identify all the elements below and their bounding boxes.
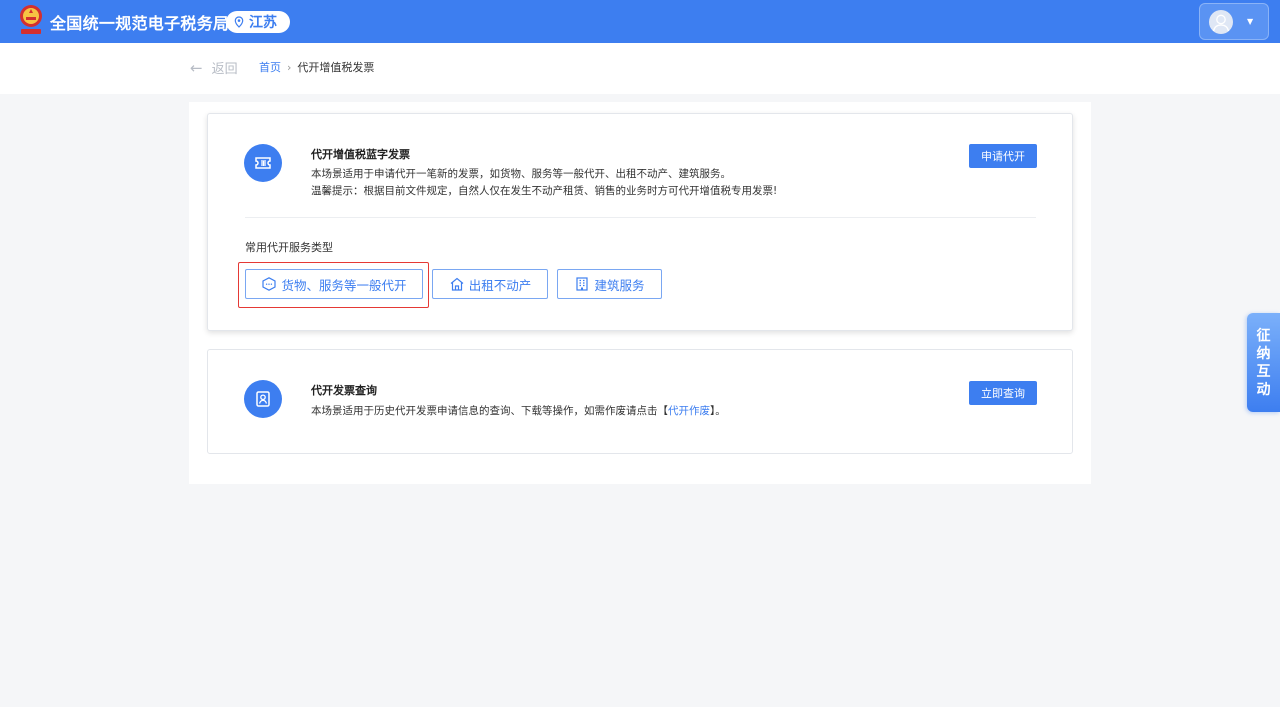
float-tab-char: 纳 [1256,345,1271,362]
invoice-query-card [207,349,1073,454]
location-pin-icon [234,16,244,28]
query-desc-suffix: 】。 [710,405,726,417]
back-button[interactable]: ← 返回 [190,58,238,78]
interaction-float-tab[interactable]: 征 纳 互 动 [1247,313,1280,412]
house-icon [450,277,464,291]
user-icon [1212,14,1230,31]
chevron-down-icon: ▼ [1247,17,1254,26]
service-button-construction[interactable]: 建筑服务 [557,269,662,299]
service-label: 出租不动产 [468,277,532,293]
query-button[interactable]: 立即查询 [969,381,1037,405]
float-tab-char: 动 [1256,381,1271,398]
float-tab-char: 互 [1256,363,1271,380]
query-desc: 本场景适用于历史代开发票申请信息的查询、下载等操作，如需作废请点击【代开作废】。 [311,403,726,420]
back-label: 返回 [211,62,238,77]
card-divider [245,217,1036,218]
tax-emblem-logo [20,5,42,34]
blue-invoice-title: 代开增值税蓝字发票 [311,148,410,161]
apply-button[interactable]: 申请代开 [969,144,1037,168]
avatar [1209,9,1233,34]
region-selector[interactable]: 江苏 [226,11,290,33]
highlight-box [238,262,429,308]
service-label: 建筑服务 [594,277,645,293]
user-menu[interactable]: ▼ [1199,3,1269,40]
breadcrumb-bar: ← 返回 首页 › 代开增值税发票 [0,43,1280,94]
breadcrumb-home-link[interactable]: 首页 [259,61,281,74]
void-invoice-link[interactable]: 代开作废 [668,405,710,417]
ticket-icon [244,144,282,182]
blue-invoice-desc-line2: 温馨提示：根据目前文件规定，自然人仅在发生不动产租赁、销售的业务时方可代开增值税… [311,185,778,197]
arrow-left-icon: ← [190,58,203,77]
site-title: 全国统一规范电子税务局 [50,14,230,33]
breadcrumb-current: 代开增值税发票 [297,61,375,74]
query-title: 代开发票查询 [311,384,377,397]
portrait-frame-icon [244,380,282,418]
service-types-label: 常用代开服务类型 [245,241,333,254]
top-navbar: 全国统一规范电子税务局 江苏 ▼ [0,0,1280,43]
breadcrumb-separator: › [287,61,292,74]
building-icon [576,277,589,291]
service-button-rent-property[interactable]: 出租不动产 [432,269,548,299]
query-desc-text: 本场景适用于历史代开发票申请信息的查询、下载等操作，如需作废请点击【 [311,405,668,417]
blue-invoice-desc-line1: 本场景适用于申请代开一笔新的发票，如货物、服务等一般代开、出租不动产、建筑服务。 [311,168,731,180]
float-tab-char: 征 [1256,327,1271,344]
region-label: 江苏 [249,15,277,31]
breadcrumb: 首页 › 代开增值税发票 [259,59,374,75]
